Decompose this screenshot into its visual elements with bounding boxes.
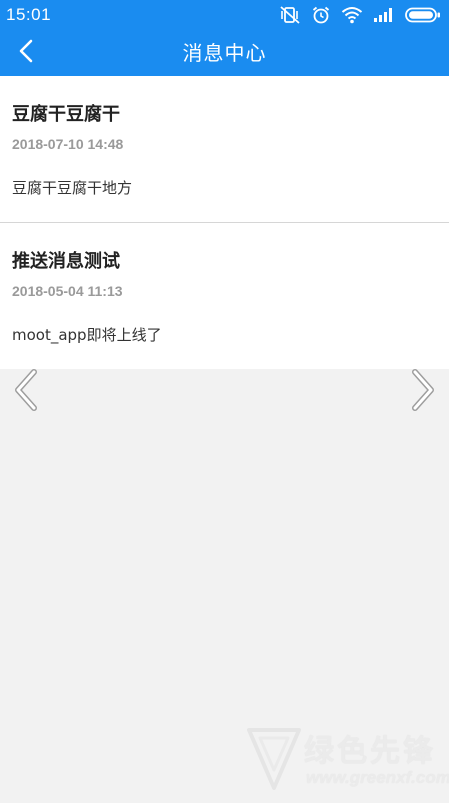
status-icons: [279, 5, 441, 25]
battery-icon: [405, 7, 441, 23]
message-title: 推送消息测试: [12, 251, 120, 272]
watermark-text: 绿色先锋: [304, 734, 436, 769]
app-screen: 15:01 消息中心 豆腐干豆腐干 2018-07-10 14:48 豆腐干豆腐…: [0, 0, 449, 803]
message-time: 2018-07-10 14:48: [12, 136, 124, 152]
next-page-button[interactable]: [405, 367, 439, 413]
message-time: 2018-05-04 11:13: [12, 283, 123, 299]
chevron-left-icon: [10, 369, 44, 417]
vibrate-off-icon: [279, 5, 301, 25]
prev-page-button[interactable]: [10, 367, 44, 413]
list-item[interactable]: 推送消息测试 2018-05-04 11:13 moot_app即将上线了: [0, 223, 449, 369]
watermark-url: www.greenxf.com: [306, 768, 449, 787]
page-title: 消息中心: [182, 41, 267, 65]
signal-icon: [373, 7, 395, 23]
watermark: 绿色先锋 www.greenxf.com: [246, 720, 449, 800]
message-list: 豆腐干豆腐干 2018-07-10 14:48 豆腐干豆腐干地方 推送消息测试 …: [0, 76, 449, 369]
chevron-right-icon: [405, 369, 439, 417]
wifi-icon: [341, 6, 363, 24]
message-body: moot_app即将上线了: [12, 326, 162, 344]
nav-bar: 消息中心: [0, 30, 449, 76]
status-bar: 15:01: [0, 0, 449, 30]
status-time: 15:01: [6, 5, 52, 24]
alarm-icon: [311, 5, 331, 25]
message-title: 豆腐干豆腐干: [12, 104, 120, 125]
list-item[interactable]: 豆腐干豆腐干 2018-07-10 14:48 豆腐干豆腐干地方: [0, 76, 449, 223]
message-body: 豆腐干豆腐干地方: [12, 179, 133, 197]
